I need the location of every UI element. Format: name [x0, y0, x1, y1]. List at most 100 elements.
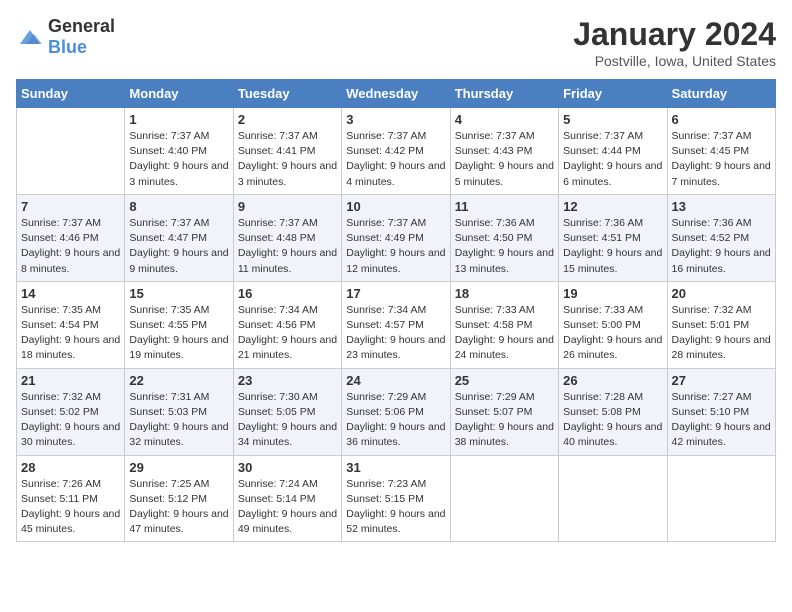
day-number: 28	[21, 460, 120, 475]
calendar-cell: 23 Sunrise: 7:30 AMSunset: 5:05 PMDayligh…	[233, 368, 341, 455]
day-info: Sunrise: 7:37 AMSunset: 4:42 PMDaylight:…	[346, 129, 445, 190]
calendar-cell: 25 Sunrise: 7:29 AMSunset: 5:07 PMDayligh…	[450, 368, 558, 455]
calendar-cell: 2 Sunrise: 7:37 AMSunset: 4:41 PMDaylight…	[233, 108, 341, 195]
day-info: Sunrise: 7:29 AMSunset: 5:07 PMDaylight:…	[455, 390, 554, 451]
day-number: 25	[455, 373, 554, 388]
calendar-header-row: SundayMondayTuesdayWednesdayThursdayFrid…	[17, 80, 776, 108]
calendar-cell: 21 Sunrise: 7:32 AMSunset: 5:02 PMDayligh…	[17, 368, 125, 455]
day-number: 31	[346, 460, 445, 475]
day-info: Sunrise: 7:31 AMSunset: 5:03 PMDaylight:…	[129, 390, 228, 451]
calendar-cell: 8Sunrise: 7:37 AMSunset: 4:47 PMDaylight…	[125, 194, 233, 281]
day-number: 13	[672, 199, 771, 214]
weekday-header-monday: Monday	[125, 80, 233, 108]
day-number: 2	[238, 112, 337, 127]
calendar-week-row: 1Sunrise: 7:37 AMSunset: 4:40 PMDaylight…	[17, 108, 776, 195]
day-info: Sunrise: 7:36 AMSunset: 4:52 PMDaylight:…	[672, 216, 771, 277]
calendar-cell: 17 Sunrise: 7:34 AMSunset: 4:57 PMDayligh…	[342, 281, 450, 368]
day-number: 21	[21, 373, 120, 388]
day-info: Sunrise: 7:37 AMSunset: 4:45 PMDaylight:…	[672, 129, 771, 190]
day-info: Sunrise: 7:37 AMSunset: 4:49 PMDaylight:…	[346, 216, 445, 277]
calendar-cell: 19 Sunrise: 7:33 AMSunset: 5:00 PMDayligh…	[559, 281, 667, 368]
day-info: Sunrise: 7:34 AMSunset: 4:57 PMDaylight:…	[346, 303, 445, 364]
day-number: 11	[455, 199, 554, 214]
calendar-cell: 30Sunrise: 7:24 AMSunset: 5:14 PMDayligh…	[233, 455, 341, 542]
day-number: 18	[455, 286, 554, 301]
day-number: 27	[672, 373, 771, 388]
day-info: Sunrise: 7:35 AMSunset: 4:55 PMDaylight:…	[129, 303, 228, 364]
page-header: General Blue January 2024 Postville, Iow…	[16, 16, 776, 69]
day-number: 5	[563, 112, 662, 127]
logo-text: General Blue	[48, 16, 115, 58]
day-info: Sunrise: 7:32 AMSunset: 5:02 PMDaylight:…	[21, 390, 120, 451]
day-number: 19	[563, 286, 662, 301]
day-info: Sunrise: 7:33 AMSunset: 5:00 PMDaylight:…	[563, 303, 662, 364]
calendar-cell: 10 Sunrise: 7:37 AMSunset: 4:49 PMDayligh…	[342, 194, 450, 281]
calendar-cell	[667, 455, 775, 542]
day-info: Sunrise: 7:29 AMSunset: 5:06 PMDaylight:…	[346, 390, 445, 451]
day-info: Sunrise: 7:37 AMSunset: 4:43 PMDaylight:…	[455, 129, 554, 190]
day-info: Sunrise: 7:37 AMSunset: 4:40 PMDaylight:…	[129, 129, 228, 190]
day-info: Sunrise: 7:35 AMSunset: 4:54 PMDaylight:…	[21, 303, 120, 364]
calendar-cell: 12 Sunrise: 7:36 AMSunset: 4:51 PMDayligh…	[559, 194, 667, 281]
day-info: Sunrise: 7:25 AMSunset: 5:12 PMDaylight:…	[129, 477, 228, 538]
day-info: Sunrise: 7:28 AMSunset: 5:08 PMDaylight:…	[563, 390, 662, 451]
day-number: 23	[238, 373, 337, 388]
calendar-cell: 11 Sunrise: 7:36 AMSunset: 4:50 PMDayligh…	[450, 194, 558, 281]
calendar-cell: 16Sunrise: 7:34 AMSunset: 4:56 PMDayligh…	[233, 281, 341, 368]
calendar-cell: 22 Sunrise: 7:31 AMSunset: 5:03 PMDayligh…	[125, 368, 233, 455]
title-block: January 2024 Postville, Iowa, United Sta…	[573, 16, 776, 69]
day-info: Sunrise: 7:37 AMSunset: 4:48 PMDaylight:…	[238, 216, 337, 277]
calendar-cell	[450, 455, 558, 542]
day-number: 3	[346, 112, 445, 127]
day-info: Sunrise: 7:36 AMSunset: 4:50 PMDaylight:…	[455, 216, 554, 277]
day-info: Sunrise: 7:33 AMSunset: 4:58 PMDaylight:…	[455, 303, 554, 364]
day-info: Sunrise: 7:37 AMSunset: 4:46 PMDaylight:…	[21, 216, 120, 277]
calendar-cell: 15Sunrise: 7:35 AMSunset: 4:55 PMDayligh…	[125, 281, 233, 368]
day-number: 29	[129, 460, 228, 475]
weekday-header-tuesday: Tuesday	[233, 80, 341, 108]
calendar-week-row: 28 Sunrise: 7:26 AMSunset: 5:11 PMDayligh…	[17, 455, 776, 542]
weekday-header-sunday: Sunday	[17, 80, 125, 108]
calendar-cell: 9Sunrise: 7:37 AMSunset: 4:48 PMDaylight…	[233, 194, 341, 281]
day-info: Sunrise: 7:23 AMSunset: 5:15 PMDaylight:…	[346, 477, 445, 538]
logo-general: General	[48, 16, 115, 36]
day-info: Sunrise: 7:26 AMSunset: 5:11 PMDaylight:…	[21, 477, 120, 538]
logo-blue: Blue	[48, 37, 87, 57]
calendar-cell: 20Sunrise: 7:32 AMSunset: 5:01 PMDayligh…	[667, 281, 775, 368]
calendar-cell: 3 Sunrise: 7:37 AMSunset: 4:42 PMDaylight…	[342, 108, 450, 195]
weekday-header-saturday: Saturday	[667, 80, 775, 108]
calendar-cell: 4Sunrise: 7:37 AMSunset: 4:43 PMDaylight…	[450, 108, 558, 195]
day-number: 26	[563, 373, 662, 388]
weekday-header-wednesday: Wednesday	[342, 80, 450, 108]
day-number: 7	[21, 199, 120, 214]
calendar-cell	[17, 108, 125, 195]
day-info: Sunrise: 7:34 AMSunset: 4:56 PMDaylight:…	[238, 303, 337, 364]
calendar-cell: 27Sunrise: 7:27 AMSunset: 5:10 PMDayligh…	[667, 368, 775, 455]
day-number: 10	[346, 199, 445, 214]
logo: General Blue	[16, 16, 115, 58]
calendar-table: SundayMondayTuesdayWednesdayThursdayFrid…	[16, 79, 776, 542]
day-number: 22	[129, 373, 228, 388]
day-number: 24	[346, 373, 445, 388]
day-number: 20	[672, 286, 771, 301]
calendar-cell: 13 Sunrise: 7:36 AMSunset: 4:52 PMDayligh…	[667, 194, 775, 281]
calendar-cell: 31 Sunrise: 7:23 AMSunset: 5:15 PMDayligh…	[342, 455, 450, 542]
calendar-week-row: 14Sunrise: 7:35 AMSunset: 4:54 PMDayligh…	[17, 281, 776, 368]
day-number: 12	[563, 199, 662, 214]
month-title: January 2024	[573, 16, 776, 53]
day-info: Sunrise: 7:36 AMSunset: 4:51 PMDaylight:…	[563, 216, 662, 277]
calendar-cell: 7 Sunrise: 7:37 AMSunset: 4:46 PMDaylight…	[17, 194, 125, 281]
calendar-week-row: 7 Sunrise: 7:37 AMSunset: 4:46 PMDaylight…	[17, 194, 776, 281]
weekday-header-thursday: Thursday	[450, 80, 558, 108]
day-number: 17	[346, 286, 445, 301]
calendar-cell: 26 Sunrise: 7:28 AMSunset: 5:08 PMDayligh…	[559, 368, 667, 455]
calendar-cell: 28 Sunrise: 7:26 AMSunset: 5:11 PMDayligh…	[17, 455, 125, 542]
day-info: Sunrise: 7:37 AMSunset: 4:44 PMDaylight:…	[563, 129, 662, 190]
calendar-week-row: 21 Sunrise: 7:32 AMSunset: 5:02 PMDayligh…	[17, 368, 776, 455]
calendar-cell: 14Sunrise: 7:35 AMSunset: 4:54 PMDayligh…	[17, 281, 125, 368]
day-number: 8	[129, 199, 228, 214]
day-info: Sunrise: 7:37 AMSunset: 4:41 PMDaylight:…	[238, 129, 337, 190]
day-info: Sunrise: 7:30 AMSunset: 5:05 PMDaylight:…	[238, 390, 337, 451]
logo-icon	[16, 26, 44, 48]
calendar-cell: 29 Sunrise: 7:25 AMSunset: 5:12 PMDayligh…	[125, 455, 233, 542]
